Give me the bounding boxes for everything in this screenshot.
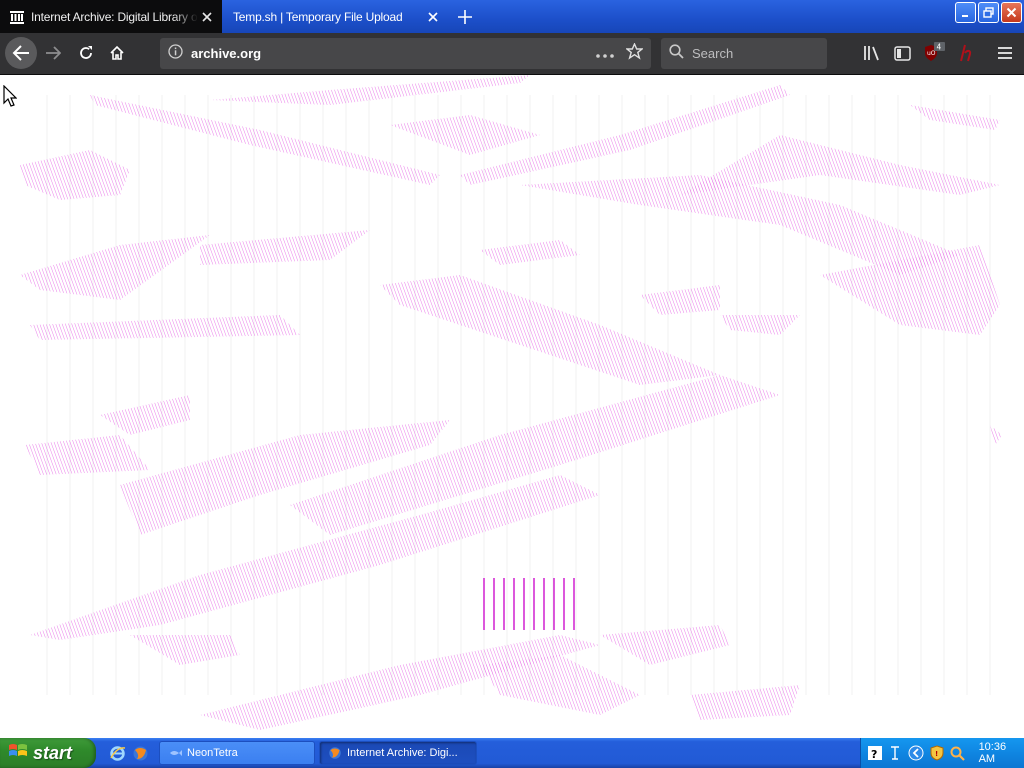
window-controls	[955, 2, 1022, 23]
restore-button[interactable]	[978, 2, 999, 23]
start-button[interactable]: start	[0, 738, 96, 768]
windows-logo-icon	[8, 742, 28, 765]
glitch-pattern	[20, 75, 1002, 730]
windows-taskbar: start NeonTetra Internet Archive: Digi..…	[0, 738, 1024, 768]
extension-h-icon[interactable]	[952, 38, 980, 68]
magnifier-icon[interactable]	[950, 745, 966, 761]
ublock-badge: 4	[937, 43, 942, 52]
svg-text:!: !	[935, 750, 938, 758]
more-icon[interactable]	[596, 45, 614, 63]
system-tray: ? ! 10:36 AM	[860, 738, 1024, 768]
close-window-button[interactable]	[1001, 2, 1022, 23]
svg-text:?: ?	[871, 748, 877, 760]
tab-internet-archive[interactable]: Internet Archive: Digital Library of Fre…	[0, 0, 222, 33]
firefox-icon[interactable]	[131, 744, 149, 762]
mouse-cursor-icon	[3, 84, 18, 112]
start-label: start	[33, 742, 73, 763]
clock: 10:36 AM	[978, 741, 1007, 765]
firefox-icon	[328, 746, 342, 760]
forward-button[interactable]	[38, 38, 68, 68]
help-icon[interactable]: ?	[867, 745, 883, 761]
page-content	[0, 75, 1024, 738]
search-placeholder: Search	[692, 46, 734, 61]
close-tab-icon[interactable]	[198, 8, 216, 26]
tab-strip: Internet Archive: Digital Library of Fre…	[0, 0, 1024, 33]
back-icon	[12, 45, 29, 61]
back-button[interactable]	[5, 37, 37, 69]
forward-icon	[46, 46, 61, 60]
search-bar[interactable]: Search	[661, 38, 827, 69]
chevron-left-icon[interactable]	[908, 745, 924, 761]
network-icon[interactable]	[888, 745, 904, 761]
home-button[interactable]	[102, 38, 132, 68]
bookmark-star-icon[interactable]	[625, 41, 644, 65]
tab-title: Internet Archive: Digital Library of Fre…	[31, 9, 198, 24]
library-icon[interactable]	[857, 38, 885, 68]
ie-icon[interactable]	[108, 744, 126, 762]
fish-icon	[168, 746, 182, 760]
tab-temp-sh[interactable]: Temp.sh | Temporary File Upload	[222, 0, 448, 33]
close-tab-icon[interactable]	[424, 8, 442, 26]
menu-icon[interactable]	[991, 38, 1019, 68]
task-button-neontetra[interactable]: NeonTetra	[159, 741, 315, 765]
task-label: Internet Archive: Digi...	[347, 747, 458, 759]
info-icon[interactable]	[168, 43, 183, 64]
url-text[interactable]: archive.org	[191, 46, 596, 61]
tab-title: Temp.sh | Temporary File Upload	[233, 9, 403, 24]
ublock-icon[interactable]: uO 4	[920, 38, 948, 68]
sidebar-icon[interactable]	[888, 38, 916, 68]
security-shield-icon[interactable]: !	[929, 745, 945, 761]
archive-building-icon	[9, 9, 25, 25]
navigation-toolbar: archive.org Search uO 4	[0, 33, 1024, 75]
task-label: NeonTetra	[187, 747, 238, 759]
minimize-button[interactable]	[955, 2, 976, 23]
reload-icon	[80, 46, 92, 59]
url-bar[interactable]: archive.org	[160, 38, 651, 69]
home-icon	[110, 45, 124, 60]
plus-icon[interactable]	[452, 5, 478, 29]
reload-button[interactable]	[71, 38, 101, 68]
search-icon	[669, 43, 684, 64]
task-button-internet-archive[interactable]: Internet Archive: Digi...	[319, 741, 477, 765]
svg-text:uO: uO	[927, 50, 936, 57]
